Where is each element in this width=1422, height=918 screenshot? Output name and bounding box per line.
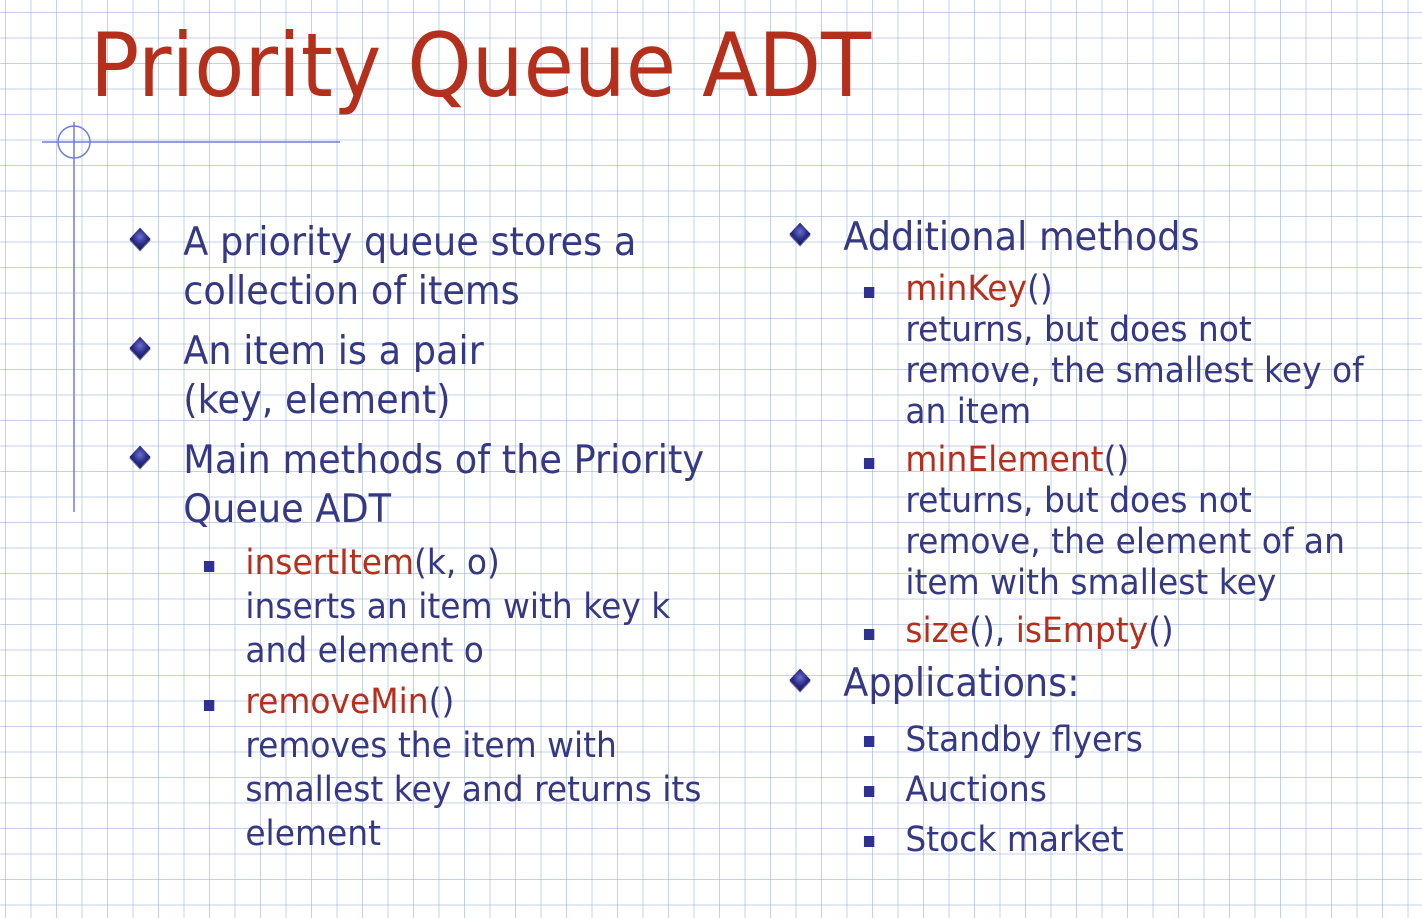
method-min-element: minElement() returns, but does not remov… (785, 440, 1368, 604)
method-description: remove, the element of an (905, 522, 1345, 562)
method-signature: minKey() (905, 269, 1367, 310)
method-min-key: minKey() returns, but does not remove, t… (785, 269, 1368, 433)
method-args: () (1027, 269, 1053, 309)
diamond-bullet-icon (129, 445, 151, 469)
application-item: Stock market (785, 815, 1368, 865)
bullet-text: (key, element) (183, 378, 451, 423)
method-args: () (1148, 611, 1174, 651)
bullet-additional-methods: Additional methods (785, 213, 1368, 262)
method-description: smallest key and returns its (245, 770, 702, 810)
square-bullet-icon (863, 836, 875, 847)
bullet-text: An item is a pair (183, 329, 484, 374)
method-signature: size(), isEmpty() (905, 611, 1367, 652)
method-name: isEmpty (1015, 611, 1149, 651)
diamond-bullet-icon (789, 222, 811, 246)
method-description: removes the item with (245, 726, 617, 766)
method-description: item with smallest key (905, 563, 1277, 603)
method-name: minElement (905, 440, 1104, 480)
application-text: Stock market (905, 820, 1124, 860)
diamond-bullet-icon (129, 336, 151, 360)
method-description: and element o (245, 631, 484, 671)
application-item: Standby flyers (785, 715, 1368, 765)
bullet-text: Main methods of the Priority (183, 438, 705, 483)
bullet-text: Applications: (843, 661, 1080, 706)
method-remove-min: removeMin() removes the item with smalle… (125, 680, 708, 856)
slide: Priority Queue ADT A priority queue stor… (0, 0, 1422, 918)
square-bullet-icon (863, 736, 875, 747)
diamond-bullet-icon (789, 668, 811, 692)
method-description: inserts an item with key k (245, 587, 671, 627)
bullet-text: Additional methods (843, 215, 1200, 260)
method-name: removeMin (245, 682, 429, 722)
method-name: size (905, 611, 970, 651)
square-bullet-icon (863, 629, 875, 640)
method-signature: removeMin() (245, 680, 707, 724)
method-name: insertItem (245, 543, 415, 583)
bullet-priority-queue: A priority queue stores a collection of … (125, 218, 708, 316)
method-description: returns, but does not (905, 481, 1252, 521)
application-item: Auctions (785, 765, 1368, 815)
method-description: an item (905, 392, 1032, 432)
square-bullet-icon (203, 700, 215, 711)
method-size-is-empty: size(), isEmpty() (785, 611, 1368, 652)
bullet-text: Queue ADT (183, 487, 392, 532)
method-description: remove, the smallest key of (905, 351, 1364, 391)
method-name: minKey (905, 269, 1028, 309)
bullet-main-methods: Main methods of the Priority Queue ADT (125, 436, 708, 534)
square-bullet-icon (863, 287, 875, 298)
diamond-bullet-icon (129, 227, 151, 251)
bullet-item-pair: An item is a pair (key, element) (125, 327, 708, 425)
square-bullet-icon (203, 561, 215, 572)
method-args: () (1103, 440, 1130, 480)
right-column: Additional methods minKey() returns, but… (785, 213, 1405, 865)
application-text: Auctions (905, 770, 1047, 810)
method-args: () (428, 682, 455, 722)
method-insert-item: insertItem(k, o) inserts an item with ke… (125, 541, 708, 673)
square-bullet-icon (863, 786, 875, 797)
bullet-applications: Applications: (785, 659, 1368, 708)
square-bullet-icon (863, 458, 875, 469)
left-column: A priority queue stores a collection of … (125, 218, 745, 856)
method-args: (k, o) (414, 543, 500, 583)
method-description: returns, but does not (905, 310, 1252, 350)
application-text: Standby flyers (905, 720, 1143, 760)
bullet-text: collection of items (183, 269, 520, 314)
page-title: Priority Queue ADT (90, 14, 872, 117)
method-args: (), (969, 611, 1016, 651)
method-signature: minElement() (905, 440, 1367, 481)
method-description: element (245, 814, 381, 854)
method-signature: insertItem(k, o) (245, 541, 707, 585)
bullet-text: A priority queue stores a (183, 220, 637, 265)
